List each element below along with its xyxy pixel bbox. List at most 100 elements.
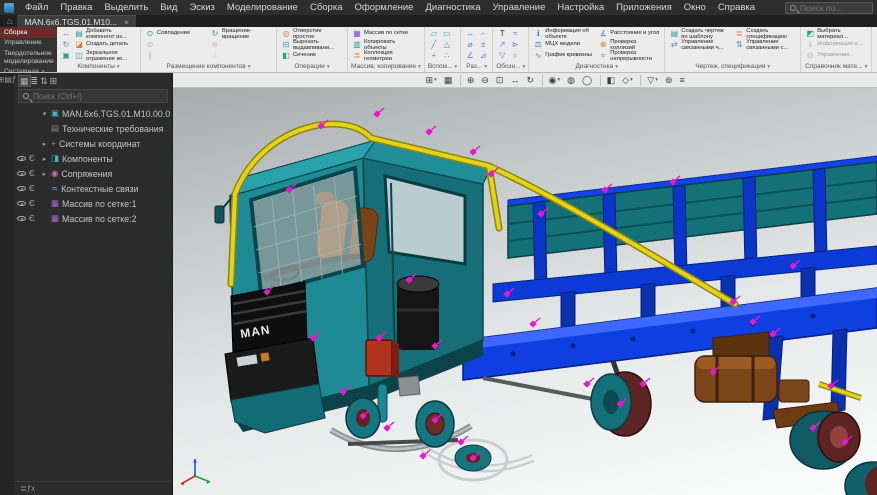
menu-item[interactable]: Диагностика (419, 1, 486, 14)
ribbon-group-label[interactable]: Диагностика▾ (532, 61, 661, 72)
ribbon-button[interactable]: ◩Выбрать материал... (804, 28, 868, 39)
panelset-tab[interactable]: Управление (0, 38, 57, 49)
ribbon-button[interactable]: ▦Массив по сетке (351, 28, 415, 39)
ribbon-group-label[interactable]: Вспом...▾ (428, 61, 457, 72)
ribbon-group-label[interactable]: Чертеж, спецификация▾ (668, 61, 797, 72)
ribbon-button[interactable]: ⚙Управление... (804, 50, 868, 61)
tree-item[interactable]: Є ▾ ▣ MAN.6x6.TGS.01.M10.00.000 СБ Грузо (14, 106, 172, 121)
tree-item[interactable]: Є ▸ + Системы координат (14, 136, 172, 151)
tree-bottom-list-icon[interactable]: ≣ (20, 484, 27, 493)
mid-axle[interactable] (591, 361, 651, 436)
include-toggle-icon[interactable]: Є (29, 155, 35, 163)
panelset-tab[interactable]: Сборка (0, 27, 57, 38)
menu-item[interactable]: Приложения (610, 1, 678, 14)
expander-icon[interactable]: ▸ (41, 155, 48, 163)
ribbon-group-label[interactable]: Раз...▾ (464, 61, 489, 72)
ribbon-button[interactable]: ⊳ (509, 39, 521, 50)
tree-item[interactable]: Є ▸ ◨ Компоненты (14, 151, 172, 166)
global-search-input[interactable] (800, 3, 868, 13)
ribbon-button[interactable]: ⇄Управление связанными ч... (668, 39, 732, 50)
panelset-tab[interactable]: Твердотельное моделирование (0, 49, 57, 68)
ribbon-button[interactable]: ▤Создать чертеж по шаблону (668, 28, 732, 39)
ribbon-button[interactable]: ⊿ (477, 50, 489, 61)
ribbon-group-label[interactable]: Размещение компонентов▾ (144, 61, 273, 72)
air-intake-cylinder[interactable] (397, 276, 439, 350)
ribbon-button[interactable]: ∥ (144, 50, 208, 61)
ribbon-button[interactable]: ∠ (464, 50, 476, 61)
ribbon-button[interactable]: ↔ (464, 28, 476, 39)
ribbon-button[interactable]: ⊥ (209, 50, 273, 61)
visibility-eye-icon[interactable] (17, 156, 26, 162)
chassis-frame[interactable] (463, 246, 877, 420)
ribbon-button[interactable]: ⊗Проверка коллизий (597, 39, 661, 50)
tree-list-icon[interactable]: ≣ (30, 76, 40, 86)
menu-item[interactable]: Файл (19, 1, 54, 14)
visibility-eye-icon[interactable] (17, 216, 26, 222)
menu-item[interactable]: Настройка (551, 1, 610, 14)
ribbon-button[interactable]: + (428, 50, 440, 61)
ribbon-button[interactable]: ▥Копировать объекты (351, 39, 415, 50)
ribbon-button[interactable]: ○ (509, 50, 521, 61)
ribbon-button[interactable]: ↔ (60, 28, 72, 39)
ribbon-button[interactable] (733, 50, 797, 61)
visibility-eye-icon[interactable] (17, 186, 26, 192)
ribbon-button[interactable]: ≈ (509, 28, 521, 39)
tree-search-input[interactable] (33, 92, 163, 101)
ribbon-button[interactable]: ∿График кривизны (532, 50, 596, 61)
tree-sort-icon[interactable]: ⇅ (39, 76, 49, 86)
ribbon-button[interactable]: ≈Проверка непрерывности (597, 50, 661, 61)
cab[interactable]: MAN (215, 140, 491, 433)
visibility-eye-icon[interactable] (17, 171, 26, 177)
ribbon-button[interactable]: ∡Расстояние и угол (597, 28, 661, 39)
ribbon-button[interactable]: ⊙Совпадение (144, 28, 208, 39)
tree-item[interactable]: Є ▦ Массив по сетке:1 (14, 196, 172, 211)
ribbon-group-label[interactable]: Обозн...▾ (496, 61, 525, 72)
ribbon-button[interactable]: ℹИнформация о... (804, 39, 868, 50)
ribbon-button[interactable]: ◧Сечение (280, 50, 344, 61)
tree-item[interactable]: Є ▤ Технические требования (14, 121, 172, 136)
menu-item[interactable]: Правка (54, 1, 98, 14)
menu-item[interactable]: Моделирование (221, 1, 304, 14)
include-toggle-icon[interactable]: Є (29, 170, 35, 178)
ribbon-group-label[interactable]: Операции▾ (280, 61, 344, 72)
viewport-3d[interactable]: MAN (173, 88, 877, 495)
ribbon-button[interactable]: Т (496, 28, 508, 39)
menu-item[interactable]: Вид (154, 1, 183, 14)
ribbon-group-label[interactable]: Справочник мате...▾ (804, 61, 868, 72)
tree-item[interactable]: Є ▸ ◉ Сопряжения (14, 166, 172, 181)
menu-item[interactable]: Управление (487, 1, 552, 14)
ribbon-button[interactable]: ⊟Вырезать выдавливани... (280, 39, 344, 50)
ribbon-button[interactable]: ⊕ (209, 39, 273, 50)
menu-item[interactable]: Выделить (98, 1, 154, 14)
tree-structure-icon[interactable]: ▦ (19, 76, 30, 86)
ribbon-button[interactable]: ⌀ (464, 39, 476, 50)
ribbon-button[interactable]: ▭ (441, 28, 453, 39)
engine-block[interactable] (366, 340, 399, 378)
ribbon-button[interactable]: ℹИнформация об объекте (532, 28, 596, 39)
menu-item[interactable]: Сборка (304, 1, 349, 14)
ribbon-group-label[interactable]: Компоненты▾ (60, 61, 137, 72)
close-tab-icon[interactable]: × (124, 17, 129, 27)
ribbon-button[interactable]: ↗ (496, 39, 508, 50)
ribbon-button[interactable]: ╱ (428, 39, 440, 50)
global-search[interactable] (785, 2, 873, 14)
ribbon-button[interactable]: ⇅Управление связанными с... (733, 39, 797, 50)
tree-item[interactable]: Є ▦ Массив по сетке:2 (14, 211, 172, 226)
ribbon-button[interactable]: ▣ (60, 50, 72, 61)
document-tab[interactable]: MAN.6x6.TGS.01.M10... × (17, 15, 136, 27)
ribbon-button[interactable]: ≣Создать спецификацию (733, 28, 797, 39)
ribbon-button[interactable]: ▱ (428, 28, 440, 39)
ribbon-button[interactable]: ↻ (60, 39, 72, 50)
tree-search[interactable] (18, 89, 168, 103)
panel-parameters-icon[interactable]: ▤ (4, 75, 12, 84)
ribbon-button[interactable]: ◪Создать деталь (73, 39, 137, 50)
ribbon-button[interactable]: ◎Отверстие простое (280, 28, 344, 39)
ribbon-button[interactable]: △ (441, 39, 453, 50)
start-page-icon[interactable]: ⌂ (2, 15, 17, 27)
menu-item[interactable]: Справка (712, 1, 761, 14)
menu-item[interactable]: Эскиз (183, 1, 220, 14)
ribbon-button[interactable]: ⊛ (144, 39, 208, 50)
tree-expand-all-icon[interactable]: ⊞ (49, 76, 59, 86)
tree-item[interactable]: Є ≍ Контекстные связи (14, 181, 172, 196)
include-toggle-icon[interactable]: Є (29, 200, 35, 208)
